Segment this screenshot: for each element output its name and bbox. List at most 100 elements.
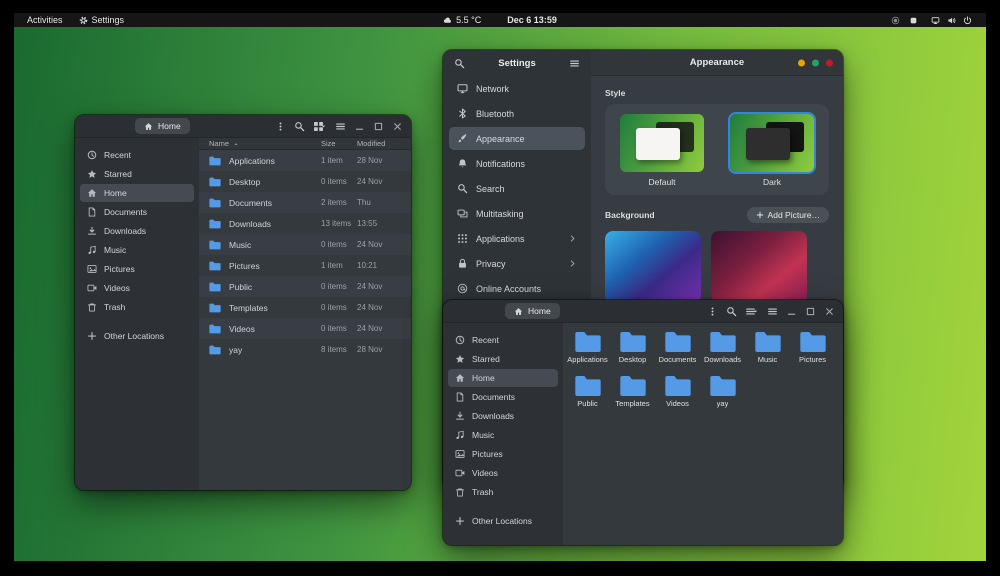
- folder-tile-documents[interactable]: Documents: [655, 328, 700, 372]
- activities-button[interactable]: Activities: [22, 13, 68, 27]
- settings-nav-online-accounts[interactable]: Online Accounts: [449, 277, 585, 300]
- settings-nav-multitasking[interactable]: Multitasking: [449, 202, 585, 225]
- add-picture-button[interactable]: Add Picture…: [747, 207, 829, 223]
- search-icon[interactable]: [454, 58, 465, 69]
- style-option-default[interactable]: Default: [620, 114, 704, 187]
- close-icon[interactable]: [824, 306, 835, 317]
- more-options-icon[interactable]: [275, 121, 286, 132]
- clock-label: Dec 6 13:59: [507, 15, 557, 25]
- path-label: Home: [528, 306, 551, 316]
- photo-icon: [87, 264, 97, 274]
- sidebar-item-home[interactable]: Home: [448, 369, 558, 387]
- files-sidebar: Recent Starred Home Documents Downloads …: [75, 138, 199, 490]
- extensions-icon[interactable]: [909, 16, 918, 25]
- close-button[interactable]: [826, 59, 833, 66]
- sidebar-item-downloads[interactable]: Downloads: [80, 222, 194, 240]
- more-options-icon[interactable]: [707, 306, 718, 317]
- add-picture-label: Add Picture…: [768, 210, 820, 220]
- trash-icon: [87, 302, 97, 312]
- column-size[interactable]: Size: [321, 139, 357, 148]
- file-row-documents[interactable]: Documents2 itemsThu: [199, 192, 411, 213]
- sidebar-item-recent[interactable]: Recent: [80, 146, 194, 164]
- maximize-button[interactable]: [812, 59, 819, 66]
- app-menu-button[interactable]: Settings: [74, 13, 130, 27]
- sidebar-item-documents[interactable]: Documents: [448, 388, 558, 406]
- file-row-videos[interactable]: Videos0 items24 Nov: [199, 318, 411, 339]
- wallpaper-thumbnail-red[interactable]: [711, 231, 807, 303]
- file-size: 0 items: [321, 303, 357, 312]
- folder-tile-yay[interactable]: yay: [700, 372, 745, 416]
- file-row-pictures[interactable]: Pictures1 item10:21: [199, 255, 411, 276]
- close-icon[interactable]: [392, 121, 403, 132]
- sidebar-label: Downloads: [104, 226, 146, 236]
- minimize-icon[interactable]: [354, 121, 365, 132]
- settings-nav-appearance[interactable]: Appearance: [449, 127, 585, 150]
- sidebar-item-videos[interactable]: Videos: [448, 464, 558, 482]
- sidebar-item-pictures[interactable]: Pictures: [80, 260, 194, 278]
- maximize-icon[interactable]: [805, 306, 816, 317]
- column-modified[interactable]: Modified: [357, 139, 411, 148]
- file-row-templates[interactable]: Templates0 items24 Nov: [199, 297, 411, 318]
- menu-icon[interactable]: [335, 121, 346, 132]
- file-row-music[interactable]: Music0 items24 Nov: [199, 234, 411, 255]
- top-bar-left: Activities Settings: [14, 13, 129, 27]
- file-size: 8 items: [321, 345, 357, 354]
- sidebar-item-starred[interactable]: Starred: [448, 350, 558, 368]
- folder-tile-pictures[interactable]: Pictures: [790, 328, 835, 372]
- menu-icon[interactable]: [569, 58, 580, 69]
- sidebar-item-documents[interactable]: Documents: [80, 203, 194, 221]
- folder-tile-desktop[interactable]: Desktop: [610, 328, 655, 372]
- file-row-downloads[interactable]: Downloads13 items13:55: [199, 213, 411, 234]
- folder-tile-templates[interactable]: Templates: [610, 372, 655, 416]
- system-status-area[interactable]: [927, 16, 976, 25]
- settings-nav-notifications[interactable]: Notifications: [449, 152, 585, 175]
- sidebar-item-videos[interactable]: Videos: [80, 279, 194, 297]
- gear-icon: [79, 16, 88, 25]
- file-size: 0 items: [321, 282, 357, 291]
- weather-button[interactable]: 5.5 °C: [438, 13, 486, 27]
- search-icon[interactable]: [726, 306, 737, 317]
- sidebar-item-trash[interactable]: Trash: [80, 298, 194, 316]
- path-button-home[interactable]: Home: [135, 118, 190, 134]
- path-button-home[interactable]: Home: [505, 303, 560, 319]
- folder-tile-videos[interactable]: Videos: [655, 372, 700, 416]
- column-name[interactable]: Name: [209, 139, 321, 148]
- sidebar-item-starred[interactable]: Starred: [80, 165, 194, 183]
- settings-nav-search[interactable]: Search: [449, 177, 585, 200]
- minimize-button[interactable]: [798, 59, 805, 66]
- sidebar-item-recent[interactable]: Recent: [448, 331, 558, 349]
- sidebar-item-pictures[interactable]: Pictures: [448, 445, 558, 463]
- search-icon[interactable]: [294, 121, 305, 132]
- wallpaper-thumbnail-blue[interactable]: [605, 231, 701, 303]
- settings-nav-bluetooth[interactable]: Bluetooth: [449, 102, 585, 125]
- path-label: Home: [158, 121, 181, 131]
- style-option-dark[interactable]: Dark: [730, 114, 814, 187]
- file-row-applications[interactable]: Applications1 item28 Nov: [199, 150, 411, 171]
- maximize-icon[interactable]: [373, 121, 384, 132]
- folder-tile-downloads[interactable]: Downloads: [700, 328, 745, 372]
- sidebar-item-other-locations[interactable]: Other Locations: [448, 512, 558, 530]
- sidebar-item-home[interactable]: Home: [80, 184, 194, 202]
- minimize-icon[interactable]: [786, 306, 797, 317]
- folder-tile-music[interactable]: Music: [745, 328, 790, 372]
- file-modified: 24 Nov: [357, 240, 411, 249]
- file-row-yay[interactable]: yay8 items28 Nov: [199, 339, 411, 360]
- sidebar-item-music[interactable]: Music: [80, 241, 194, 259]
- sidebar-item-trash[interactable]: Trash: [448, 483, 558, 501]
- sidebar-item-downloads[interactable]: Downloads: [448, 407, 558, 425]
- file-row-desktop[interactable]: Desktop0 items24 Nov: [199, 171, 411, 192]
- settings-nav-applications[interactable]: Applications: [449, 227, 585, 250]
- settings-nav-network[interactable]: Network: [449, 77, 585, 100]
- sidebar-item-other-locations[interactable]: Other Locations: [80, 327, 194, 345]
- screencast-indicator-icon[interactable]: [891, 16, 900, 25]
- view-toggle-button[interactable]: [745, 306, 759, 317]
- settings-nav-label: Appearance: [476, 134, 525, 144]
- view-toggle-button[interactable]: [313, 121, 327, 132]
- clock-button[interactable]: Dec 6 13:59: [502, 13, 562, 27]
- folder-tile-applications[interactable]: Applications: [565, 328, 610, 372]
- settings-nav-privacy[interactable]: Privacy: [449, 252, 585, 275]
- folder-tile-public[interactable]: Public: [565, 372, 610, 416]
- file-row-public[interactable]: Public0 items24 Nov: [199, 276, 411, 297]
- menu-icon[interactable]: [767, 306, 778, 317]
- sidebar-item-music[interactable]: Music: [448, 426, 558, 444]
